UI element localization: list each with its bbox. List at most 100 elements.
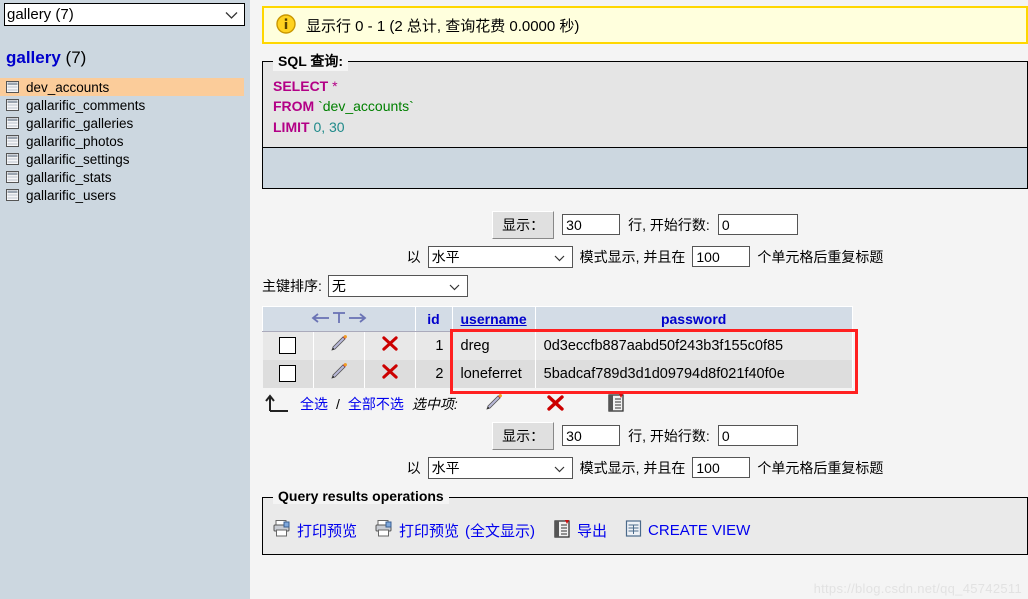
- results-table: id username password 1 dreg 0d3eccfb887aab…: [262, 305, 853, 388]
- sidebar-table-gallarific_users[interactable]: gallarific_users: [0, 186, 250, 204]
- table-name-label: gallarific_galleries: [26, 115, 134, 131]
- rows-input-top[interactable]: [562, 214, 621, 236]
- sidebar-table-gallarific_settings[interactable]: gallarific_settings: [0, 150, 250, 168]
- repeat-headers-input-top[interactable]: [692, 246, 751, 268]
- rows-label-top: 行, 开始行数:: [628, 216, 710, 233]
- column-header-password[interactable]: password: [534, 305, 853, 332]
- headers-suffix-bottom: 个单元格后重复标题: [757, 459, 884, 476]
- cell-username: loneferret: [452, 359, 536, 388]
- row-checkbox[interactable]: [279, 337, 296, 355]
- row-delete-cell[interactable]: [364, 331, 416, 360]
- query-op-label[interactable]: 导出: [577, 520, 607, 541]
- row-delete-cell[interactable]: [364, 359, 416, 388]
- printer-icon: [375, 520, 393, 541]
- table-icon: [6, 171, 19, 183]
- column-header-username[interactable]: username: [451, 305, 536, 332]
- edit-selected-icon[interactable]: [484, 393, 504, 415]
- table-name-label: gallarific_comments: [26, 97, 146, 113]
- cell-id: 1: [415, 331, 453, 360]
- sql-table-identifier: `dev_accounts`: [318, 98, 414, 115]
- sort-by-key-label: 主键排序:: [262, 277, 322, 294]
- mode-prefix-top: 以: [406, 248, 421, 265]
- sidebar-table-dev_accounts[interactable]: dev_accounts: [0, 78, 244, 96]
- select-all-link[interactable]: 全选: [300, 394, 328, 414]
- query-op-4[interactable]: CREATE VIEW: [625, 520, 750, 541]
- query-op-1[interactable]: 打印预览: [273, 520, 357, 541]
- row-edit-cell[interactable]: [313, 331, 365, 360]
- sort-by-key-select[interactable]: 无: [327, 274, 468, 297]
- database-select[interactable]: gallery (7): [4, 3, 245, 26]
- query-op-3[interactable]: 导出: [553, 519, 607, 542]
- sidebar-table-gallarific_comments[interactable]: gallarific_comments: [0, 96, 250, 114]
- unselect-all-link[interactable]: 全部不选: [348, 394, 404, 414]
- sql-query-panel: SQL 查询: SELECT * FROM `dev_accounts` LIM…: [262, 51, 1028, 189]
- table-row[interactable]: 2 loneferret 5badcaf789d3d1d09794d8f021f40…: [262, 359, 853, 388]
- repeat-headers-input-bottom[interactable]: [692, 457, 751, 479]
- table-name-label: gallarific_settings: [26, 151, 130, 167]
- sql-query-text[interactable]: SELECT * FROM `dev_accounts` LIMIT 0, 30: [263, 62, 1027, 147]
- results-table-body: 1 dreg 0d3eccfb887aabd50f243b3f155c0f85 2l…: [262, 331, 853, 388]
- table-name-label: gallarific_photos: [26, 133, 124, 149]
- display-mode-row-top: 以 水平 模式显示, 并且在 个单元格后重复标题: [262, 245, 1028, 268]
- database-name: gallery: [6, 48, 61, 67]
- results-header-row: id username password: [262, 305, 853, 332]
- query-op-label[interactable]: 打印预览: [297, 520, 357, 541]
- table-name-label: gallarific_users: [26, 187, 117, 203]
- delete-selected-icon[interactable]: [546, 394, 565, 415]
- main-content: 显示行 0 - 1 (2 总计, 查询花费 0.0000 秒) SQL 查询: …: [250, 0, 1028, 599]
- query-op-label[interactable]: 打印预览: [399, 520, 459, 541]
- cell-id: 2: [415, 359, 453, 388]
- start-row-input-top[interactable]: [717, 214, 798, 236]
- edit-icon[interactable]: [329, 334, 349, 357]
- delete-icon[interactable]: [381, 364, 399, 384]
- query-results-operations-panel: Query results operations 打印预览 打印预览 (全文显示)…: [262, 487, 1028, 555]
- sidebar-table-gallarific_stats[interactable]: gallarific_stats: [0, 168, 250, 186]
- row-checkbox[interactable]: [279, 365, 296, 383]
- display-mode-row-bottom: 以 水平 模式显示, 并且在 个单元格后重复标题: [262, 456, 1028, 479]
- mode-prefix-bottom: 以: [406, 459, 421, 476]
- row-edit-cell[interactable]: [313, 359, 365, 388]
- sidebar-table-gallarific_photos[interactable]: gallarific_photos: [0, 132, 250, 150]
- view-icon: [625, 520, 642, 541]
- sql-line-1: SELECT *: [273, 76, 1017, 96]
- sidebar-table-gallarific_galleries[interactable]: gallarific_galleries: [0, 114, 250, 132]
- display-mode-select-bottom[interactable]: 水平: [427, 456, 573, 479]
- start-row-input-bottom[interactable]: [717, 425, 798, 447]
- printer-icon: [273, 520, 291, 541]
- show-button-bottom[interactable]: 显示：: [492, 421, 555, 450]
- query-results-operations-items: 打印预览 打印预览 (全文显示) 导出 CREATE VIEW: [263, 498, 1027, 542]
- results-table-wrapper: id username password 1 dreg 0d3eccfb887aab…: [262, 305, 1028, 394]
- table-icon: [6, 117, 19, 129]
- sort-arrows-header[interactable]: [262, 305, 416, 332]
- cell-password: 5badcaf789d3d1d09794d8f021f40f0e: [535, 359, 853, 388]
- table-icon: [6, 135, 19, 147]
- select-all-row: 全选 / 全部不选 选中项:: [262, 393, 1028, 416]
- query-op-2[interactable]: 打印预览 (全文显示): [375, 520, 535, 541]
- select-separator: /: [336, 396, 340, 413]
- edit-icon[interactable]: [329, 362, 349, 385]
- table-row[interactable]: 1 dreg 0d3eccfb887aabd50f243b3f155c0f85: [262, 331, 853, 360]
- sql-star: *: [332, 78, 338, 94]
- row-checkbox-cell[interactable]: [262, 331, 314, 360]
- table-name-label: dev_accounts: [26, 79, 110, 95]
- database-table-count: (7): [65, 48, 87, 67]
- info-icon: [276, 13, 296, 37]
- sort-arrows-icon[interactable]: [309, 311, 369, 328]
- table-icon: [6, 99, 19, 111]
- rows-label-bottom: 行, 开始行数:: [628, 427, 710, 444]
- show-button-top[interactable]: 显示：: [492, 210, 555, 239]
- watermark-text: https://blog.csdn.net/qq_45742511: [813, 581, 1022, 596]
- display-mode-select-top[interactable]: 水平: [427, 245, 573, 268]
- cell-password: 0d3eccfb887aabd50f243b3f155c0f85: [535, 331, 853, 360]
- results-notice: 显示行 0 - 1 (2 总计, 查询花费 0.0000 秒): [262, 6, 1028, 44]
- delete-icon[interactable]: [381, 336, 399, 356]
- export-selected-icon[interactable]: [607, 393, 625, 415]
- rows-input-bottom[interactable]: [562, 425, 621, 447]
- with-selected-label: 选中项:: [411, 396, 458, 413]
- query-results-operations-legend: Query results operations: [273, 487, 449, 504]
- query-op-label[interactable]: CREATE VIEW: [648, 522, 750, 539]
- sidebar: gallery (7) gallery (7) dev_accounts gal…: [0, 0, 250, 599]
- column-header-id[interactable]: id: [414, 305, 453, 332]
- row-checkbox-cell[interactable]: [262, 359, 314, 388]
- database-title: gallery (7): [6, 48, 250, 68]
